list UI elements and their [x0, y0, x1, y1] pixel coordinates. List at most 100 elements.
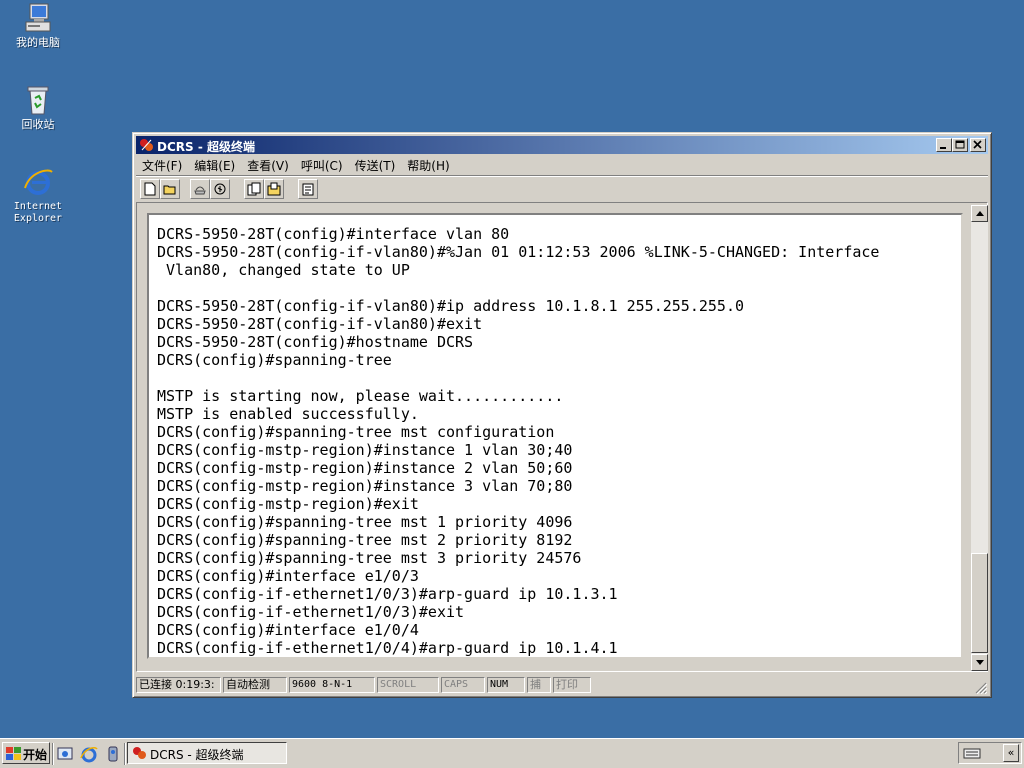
- close-button[interactable]: [970, 138, 986, 152]
- new-button[interactable]: [140, 179, 160, 199]
- arrow-down-icon: [976, 660, 984, 665]
- status-bar: 已连接 0:19:3: 自动检测 9600 8-N-1 SCROLL CAPS …: [136, 675, 988, 695]
- menu-view[interactable]: 查看(V): [241, 155, 295, 174]
- chevron-left-icon[interactable]: «: [1003, 744, 1019, 762]
- terminal-line: MSTP is starting now, please wait.......…: [157, 387, 564, 405]
- status-scroll: SCROLL: [377, 677, 439, 693]
- minimize-icon: [940, 147, 946, 149]
- menu-help[interactable]: 帮助(H): [401, 155, 455, 174]
- terminal-line: DCRS-5950-28T(config)#interface vlan 80: [157, 225, 510, 243]
- menu-bar: 文件(F) 编辑(E) 查看(V) 呼叫(C) 传送(T) 帮助(H): [136, 155, 988, 173]
- status-params: 9600 8-N-1: [289, 677, 375, 693]
- terminal-line: DCRS(config)#interface e1/0/4: [157, 621, 419, 639]
- toolbar: [136, 175, 988, 202]
- taskbar-button-label: DCRS - 超级终端: [150, 748, 244, 762]
- status-capture: 捕: [527, 677, 551, 693]
- disconnect-button[interactable]: [190, 179, 210, 199]
- disconnect-icon: [194, 186, 206, 195]
- status-detect: 自动检测: [223, 677, 287, 693]
- recycle-bin-icon: [22, 84, 54, 116]
- desktop-icon-internet-explorer[interactable]: Internet Explorer: [2, 166, 74, 225]
- terminal-line: Vlan80, changed state to UP: [157, 261, 410, 279]
- terminal-output[interactable]: DCRS-5950-28T(config)#interface vlan 80 D…: [157, 225, 965, 657]
- internet-explorer-icon[interactable]: [80, 745, 98, 763]
- terminal-line: DCRS(config)#spanning-tree mst 1 priorit…: [157, 513, 573, 531]
- windows-logo-icon: [6, 747, 21, 760]
- taskbar-separator: [124, 743, 126, 765]
- close-icon: [973, 140, 982, 149]
- menu-transfer[interactable]: 传送(T): [349, 155, 402, 174]
- terminal-screen[interactable]: DCRS-5950-28T(config)#interface vlan 80 D…: [147, 213, 963, 659]
- dial-button[interactable]: [210, 179, 230, 199]
- receive-icon: [267, 182, 281, 196]
- taskbar-separator: [52, 743, 54, 765]
- open-button[interactable]: [160, 179, 180, 199]
- my-computer-icon: [22, 2, 54, 34]
- scroll-up-button[interactable]: [971, 205, 988, 222]
- terminal-line: MSTP is enabled successfully.: [157, 405, 419, 423]
- terminal-line: DCRS(config-if-ethernet1/0/3)#arp-guard …: [157, 585, 618, 603]
- maximize-button[interactable]: [952, 138, 968, 152]
- terminal-line: DCRS-5950-28T(config-if-vlan80)#exit: [157, 315, 483, 333]
- start-label: 开始: [23, 748, 48, 762]
- desktop-icon-label: 回收站: [21, 118, 55, 131]
- desktop-icon-label: Internet: [13, 201, 63, 212]
- status-connected: 已连接 0:19:3:: [136, 677, 221, 693]
- hyperterminal-app-icon: [133, 747, 146, 759]
- terminal-line: DCRS(config)#spanning-tree mst configura…: [157, 423, 555, 441]
- show-desktop-icon[interactable]: [56, 745, 74, 763]
- menu-edit[interactable]: 编辑(E): [188, 155, 241, 174]
- taskbar: 开始 DCRS - 超级终端 «: [0, 738, 1024, 768]
- scroll-thumb[interactable]: [971, 553, 988, 653]
- terminal-area[interactable]: DCRS-5950-28T(config)#interface vlan 80 D…: [136, 202, 988, 672]
- terminal-line: DCRS(config)#spanning-tree mst 2 priorit…: [157, 531, 573, 549]
- desktop-icon-recycle-bin[interactable]: 回收站: [2, 84, 74, 131]
- terminal-line: DCRS(config-if-ethernet1/0/3)#exit: [157, 603, 465, 621]
- send-icon: [247, 182, 261, 196]
- properties-button[interactable]: [298, 179, 318, 199]
- windows-media-icon[interactable]: [104, 745, 122, 763]
- terminal-line: DCRS-5950-28T(config)#hostname DCRS: [157, 333, 474, 351]
- properties-icon: [302, 183, 314, 196]
- new-icon: [144, 182, 156, 196]
- send-button[interactable]: [244, 179, 264, 199]
- terminal-line: DCRS(config-mstp-region)#instance 2 vlan…: [157, 459, 573, 477]
- menu-file[interactable]: 文件(F): [136, 155, 188, 174]
- resize-grip-icon[interactable]: [975, 682, 987, 694]
- vertical-scrollbar[interactable]: [971, 205, 988, 671]
- terminal-line: DCRS-5950-28T(config-if-vlan80)#ip addre…: [157, 297, 744, 315]
- open-icon: [163, 185, 176, 195]
- status-caps: CAPS: [441, 677, 485, 693]
- desktop-icon-my-computer[interactable]: 我的电脑: [2, 2, 74, 49]
- dial-icon: [214, 183, 226, 195]
- window-controls: [936, 138, 986, 152]
- arrow-up-icon: [976, 211, 984, 216]
- hyperterminal-app-icon: [140, 139, 153, 151]
- terminal-line: DCRS(config-mstp-region)#instance 1 vlan…: [157, 441, 573, 459]
- receive-button[interactable]: [264, 179, 284, 199]
- terminal-line: DCRS(config)#spanning-tree mst 3 priorit…: [157, 549, 582, 567]
- terminal-line: DCRS(config-mstp-region)#instance 3 vlan…: [157, 477, 573, 495]
- system-tray: «: [958, 742, 1022, 764]
- keyboard-icon[interactable]: [963, 746, 981, 760]
- desktop-icon-label-line2: Explorer: [13, 213, 63, 224]
- status-num: NUM: [487, 677, 525, 693]
- terminal-line: DCRS(config)#spanning-tree: [157, 351, 392, 369]
- taskbar-button-hyperterminal[interactable]: DCRS - 超级终端: [127, 742, 287, 764]
- minimize-button[interactable]: [936, 138, 952, 152]
- scroll-down-button[interactable]: [971, 654, 988, 671]
- status-print: 打印: [553, 677, 591, 693]
- desktop-icon-label: 我的电脑: [16, 36, 60, 49]
- terminal-line: DCRS(config-if-ethernet1/0/4)#arp-guard …: [157, 639, 618, 657]
- terminal-line: DCRS(config-mstp-region)#exit: [157, 495, 419, 513]
- window-titlebar[interactable]: DCRS - 超级终端: [136, 136, 988, 154]
- terminal-line: DCRS(config)#interface e1/0/3: [157, 567, 419, 585]
- terminal-line: DCRS-5950-28T(config-if-vlan80)#%Jan 01 …: [157, 243, 880, 261]
- internet-explorer-icon: [22, 166, 54, 198]
- hyperterminal-window[interactable]: DCRS - 超级终端 文件(F) 编辑(E) 查看(V) 呼叫(C) 传送(T) 帮助(…: [132, 132, 992, 698]
- maximize-icon: [955, 140, 965, 149]
- menu-call[interactable]: 呼叫(C): [295, 155, 349, 174]
- start-button[interactable]: 开始: [2, 742, 50, 764]
